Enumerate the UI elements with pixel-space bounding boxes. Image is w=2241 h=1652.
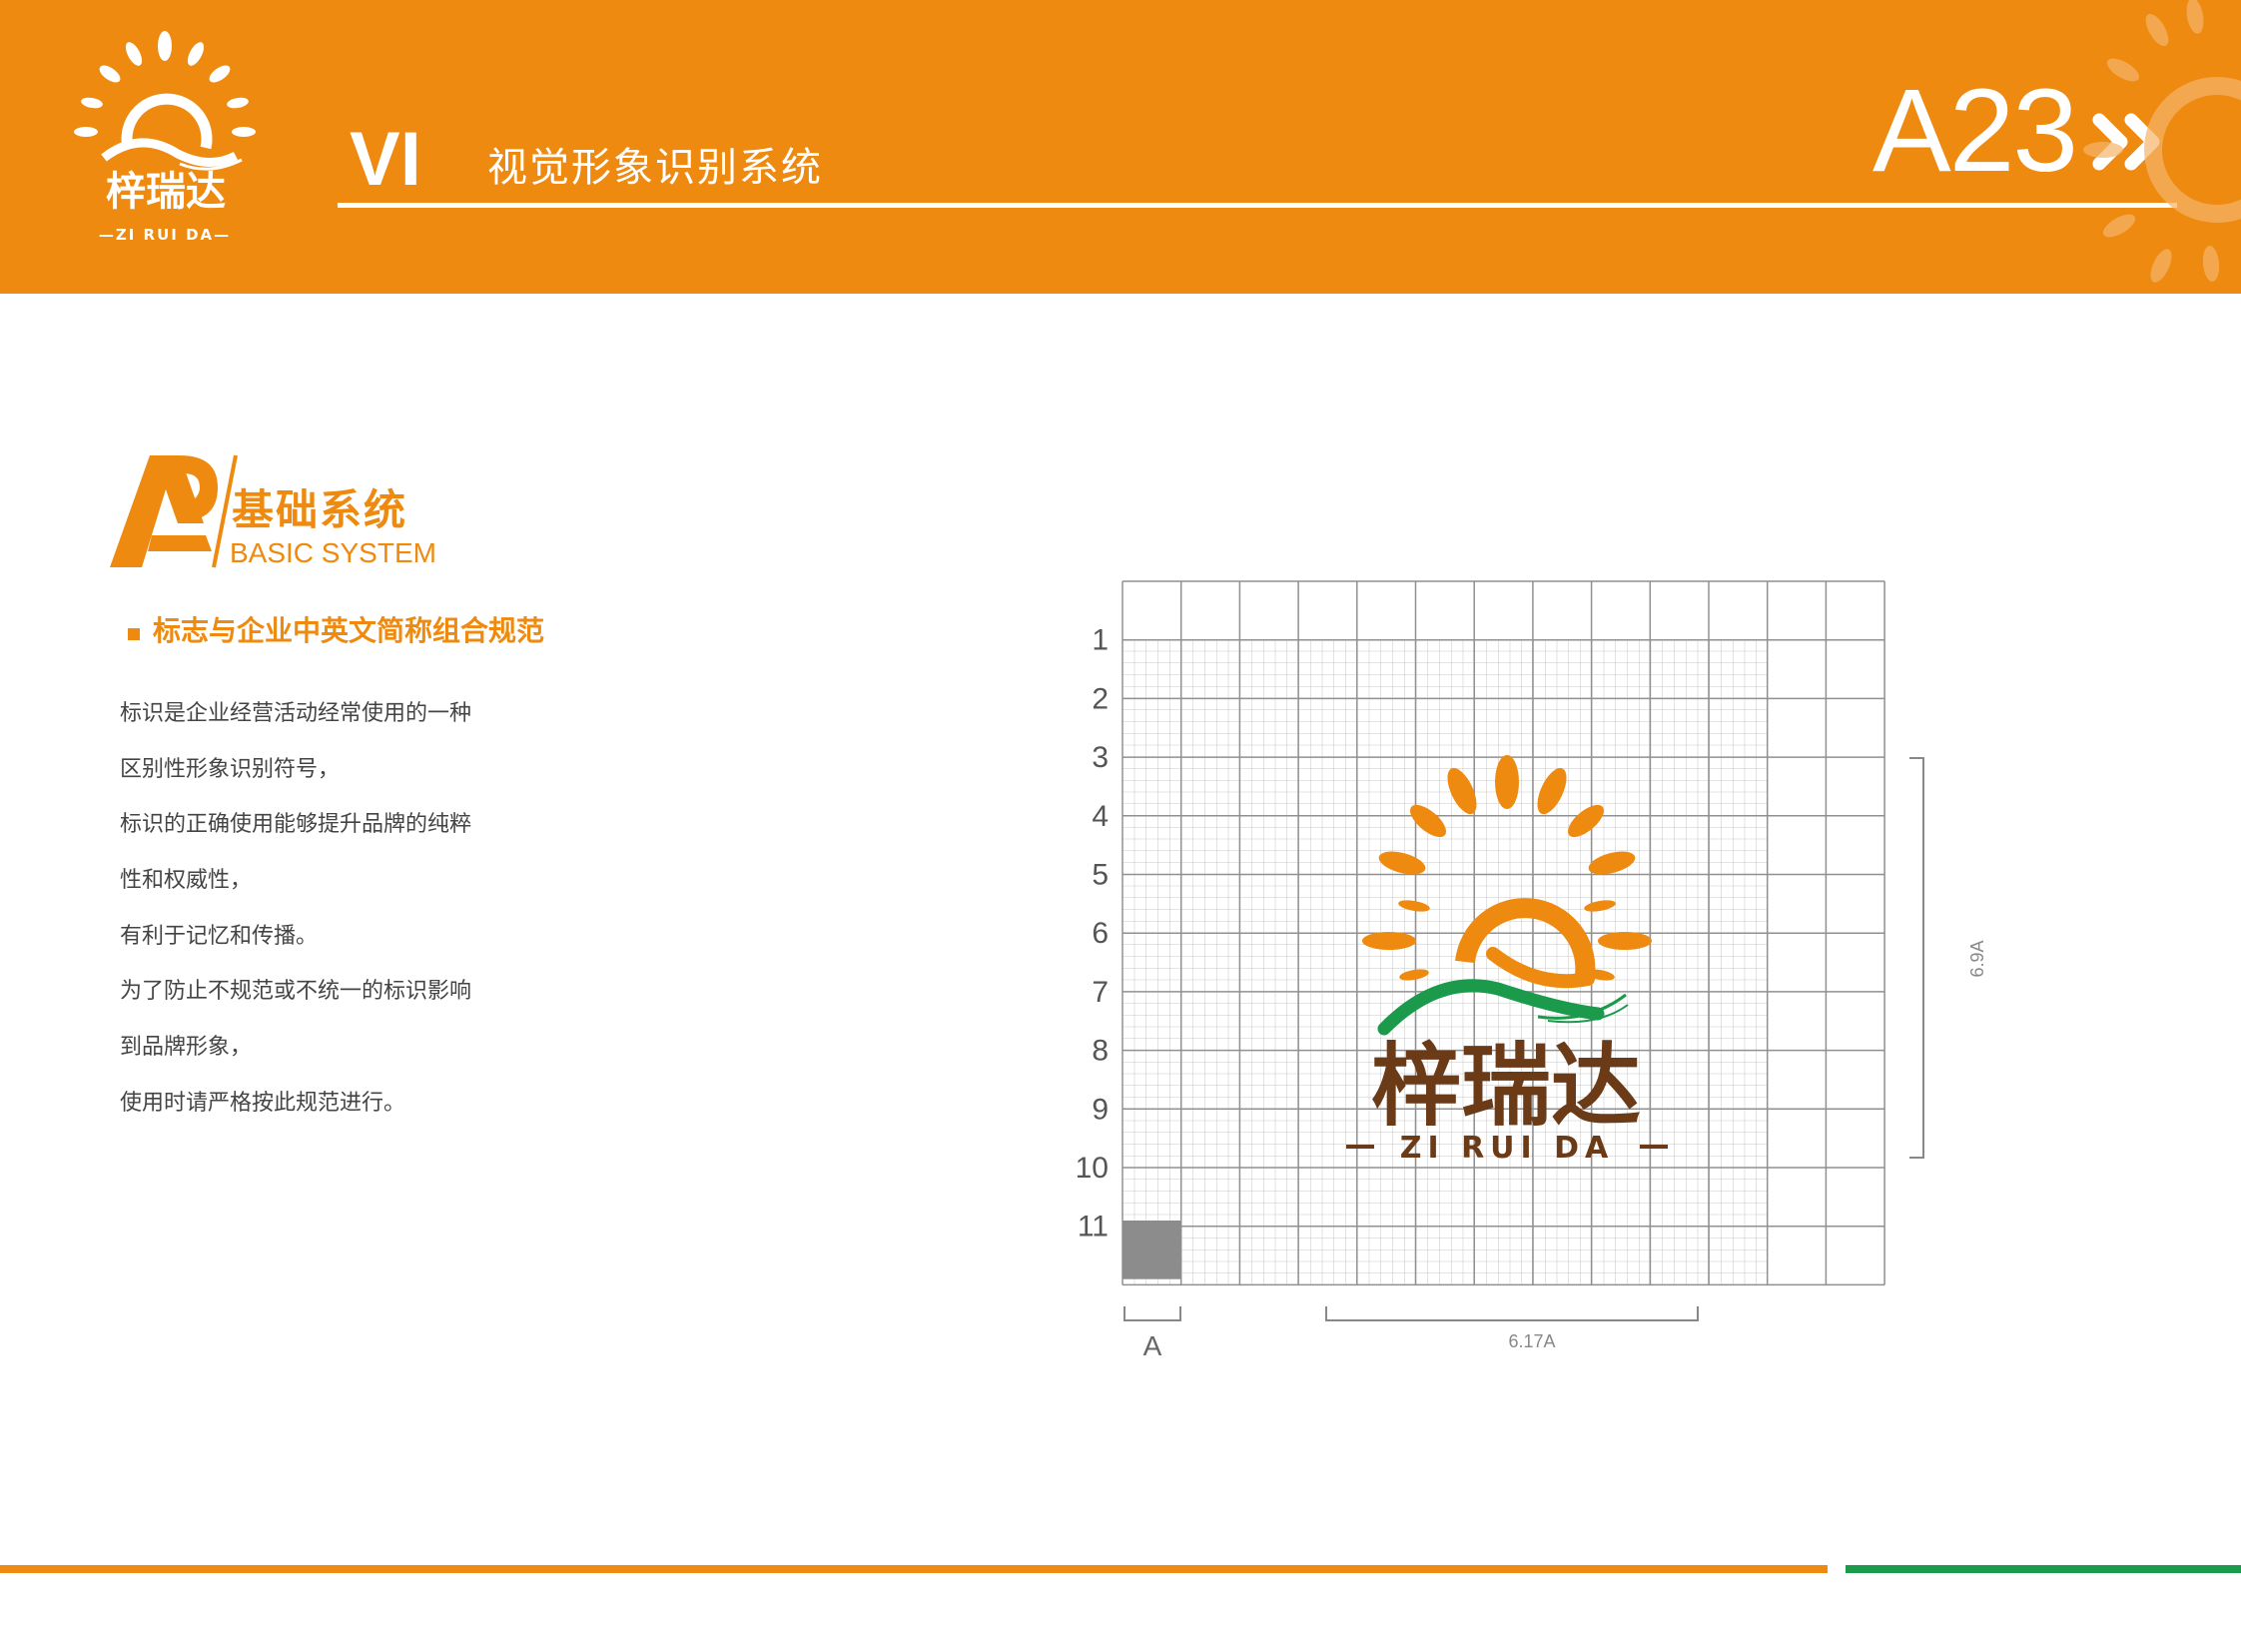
page-code: A23 xyxy=(1872,65,2078,197)
description-block: 标识是企业经营活动经常使用的一种 区别性形象识别符号， 标识的正确使用能够提升品… xyxy=(120,699,679,1145)
description-line: 标识是企业经营活动经常使用的一种 xyxy=(120,701,472,726)
sun-logo-icon xyxy=(74,31,256,171)
row-number-label: 6 xyxy=(1092,917,1109,950)
description-line: 标识的正确使用能够提升品牌的纯粹 xyxy=(120,812,472,838)
row-number-label: 9 xyxy=(1092,1093,1109,1126)
row-number-label: 7 xyxy=(1092,976,1109,1009)
section-subtitle: BASIC SYSTEM xyxy=(230,537,436,568)
vi-label: VI xyxy=(350,117,421,202)
row-number-label: 8 xyxy=(1092,1035,1109,1068)
header-subtitle: 视觉形象识别系统 xyxy=(487,145,823,191)
grid-logo-name-en: ZI RUI DA xyxy=(1400,1131,1615,1166)
row-labels: 1 2 3 4 5 6 7 8 9 10 11 xyxy=(1076,624,1109,1243)
footer-orange-bar xyxy=(0,1565,1828,1573)
width-label: 6.17A xyxy=(1508,1331,1555,1351)
section-a-mark-icon xyxy=(110,454,238,568)
header-logo-name-en: —ZI RUI DA— xyxy=(98,226,232,244)
row-number-label: 1 xyxy=(1092,624,1109,657)
grid-logo: 梓瑞达 ZI RUI DA xyxy=(1346,755,1668,1166)
unit-a-square xyxy=(1122,1221,1181,1279)
description-line: 为了防止不规范或不统一的标识影响 xyxy=(120,979,472,1005)
row-number-label: 5 xyxy=(1092,859,1109,892)
footer-green-bar xyxy=(1846,1565,2241,1573)
height-dimension-bracket xyxy=(1909,757,1924,1159)
row-number-label: 10 xyxy=(1076,1152,1109,1185)
header-logo-name: 梓瑞达 xyxy=(106,169,226,215)
row-number-label: 3 xyxy=(1092,741,1109,774)
description-line: 使用时请严格按此规范进行。 xyxy=(120,1090,406,1116)
header-divider xyxy=(338,203,2177,208)
description-line: 到品牌形象， xyxy=(120,1035,253,1061)
header-logo: 梓瑞达 —ZI RUI DA— xyxy=(60,30,270,255)
logo-grid-diagram: 1 2 3 4 5 6 7 8 9 10 11 梓瑞达 ZI RUI DA 6.… xyxy=(1039,569,1997,1368)
section-title: 基础系统 xyxy=(232,485,408,534)
grid-canvas: 1 2 3 4 5 6 7 8 9 10 11 梓瑞达 ZI RUI DA 6.9A 6.17A A xyxy=(1076,580,1987,1361)
row-number-label: 4 xyxy=(1092,800,1109,833)
grid-logo-name-cn: 梓瑞达 xyxy=(1371,1034,1641,1139)
row-number-label: 2 xyxy=(1092,682,1109,715)
row-number-label: 11 xyxy=(1078,1211,1109,1243)
header-banner: 梓瑞达 —ZI RUI DA— VI 视觉形象识别系统 A23 xyxy=(0,0,2241,294)
height-label: 6.9A xyxy=(1967,940,1987,977)
sun-watermark-icon xyxy=(2083,0,2241,283)
width-dimension-bracket xyxy=(1325,1306,1699,1321)
description-line: 区别性形象识别符号， xyxy=(120,756,341,782)
description-line: 性和权威性， xyxy=(120,868,253,894)
unit-dimension-bracket xyxy=(1123,1306,1181,1321)
unit-label: A xyxy=(1143,1330,1162,1361)
bullet-marker xyxy=(128,628,140,640)
spec-title: 标志与企业中英文简称组合规范 xyxy=(153,614,545,647)
description-line: 有利于记忆和传播。 xyxy=(120,923,319,949)
